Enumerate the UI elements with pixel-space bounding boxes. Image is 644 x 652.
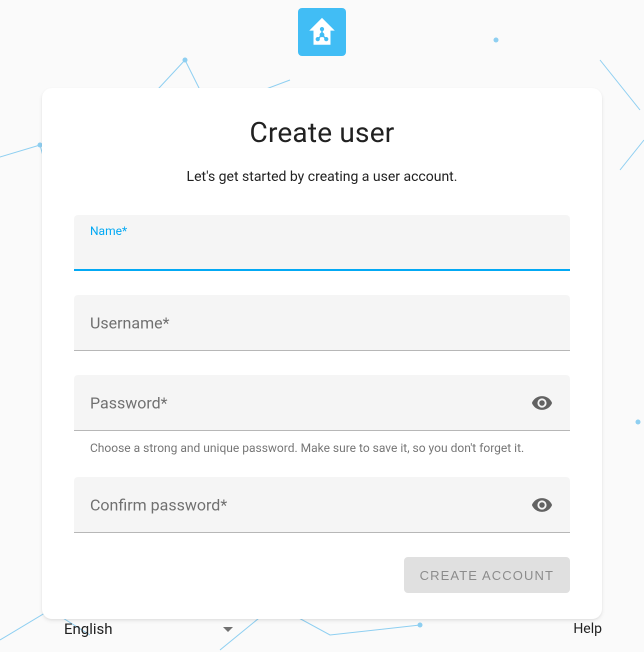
username-input[interactable]: [90, 319, 554, 344]
confirm-password-field-container: Confirm password*: [74, 477, 570, 533]
chevron-down-icon: [223, 627, 233, 632]
eye-icon: [531, 392, 553, 414]
password-helper-text: Choose a strong and unique password. Mak…: [90, 441, 570, 455]
username-field-container: Username*: [74, 295, 570, 351]
footer: English Help: [0, 614, 644, 644]
language-select[interactable]: English: [64, 614, 233, 644]
language-label: English: [64, 620, 113, 638]
onboarding-card: Create user Let's get started by creatin…: [42, 88, 602, 619]
toggle-confirm-password-visibility-button[interactable]: [524, 487, 560, 523]
page-title: Create user: [74, 116, 570, 149]
password-field-container: Password*: [74, 375, 570, 431]
password-input[interactable]: [90, 399, 518, 424]
confirm-password-input[interactable]: [90, 501, 518, 526]
name-field-container: Name*: [74, 215, 570, 271]
app-logo: [298, 8, 346, 56]
eye-icon: [531, 494, 553, 516]
name-input[interactable]: [90, 239, 554, 263]
toggle-password-visibility-button[interactable]: [524, 385, 560, 421]
help-link[interactable]: Help: [573, 621, 602, 637]
page-subtitle: Let's get started by creating a user acc…: [74, 169, 570, 185]
name-label: Name*: [90, 224, 127, 238]
house-icon: [305, 15, 339, 49]
create-account-button[interactable]: CREATE ACCOUNT: [404, 557, 570, 593]
